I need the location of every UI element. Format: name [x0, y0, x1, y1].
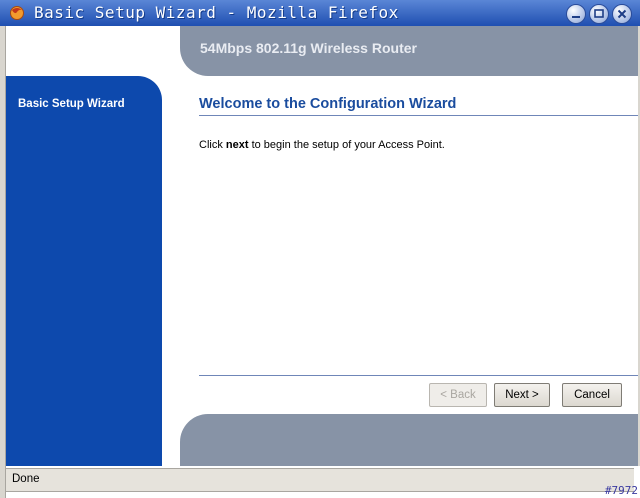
instruction-text: Click next to begin the setup of your Ac… [199, 139, 445, 151]
back-button[interactable]: < Back [429, 383, 487, 407]
minimize-icon[interactable] [566, 4, 586, 24]
heading-divider [199, 115, 638, 116]
window-titlebar[interactable]: Basic Setup Wizard - Mozilla Firefox [0, 0, 640, 27]
page-title: Welcome to the Configuration Wizard [199, 96, 457, 112]
footer-banner [180, 414, 638, 466]
maximize-icon[interactable] [589, 4, 609, 24]
close-icon[interactable] [612, 4, 632, 24]
next-button[interactable]: Next > [494, 383, 550, 407]
status-bar: Done [6, 468, 634, 492]
window-title: Basic Setup Wizard - Mozilla Firefox [34, 3, 399, 22]
instruction-suffix: to begin the setup of your Access Point. [248, 139, 445, 151]
status-text: Done [12, 473, 40, 485]
page-content: 54Mbps 802.11g Wireless Router Basic Set… [6, 26, 638, 466]
footer-divider [199, 375, 638, 376]
router-model-title: 54Mbps 802.11g Wireless Router [200, 40, 417, 56]
firefox-icon [8, 5, 26, 21]
cancel-button[interactable]: Cancel [562, 383, 622, 407]
instruction-prefix: Click [199, 139, 226, 151]
instruction-bold: next [225, 139, 249, 151]
image-watermark: #7972 [604, 484, 638, 497]
header-banner: 54Mbps 802.11g Wireless Router [180, 26, 638, 76]
sidebar-item-basic-setup-wizard[interactable]: Basic Setup Wizard [18, 98, 125, 110]
sidebar: Basic Setup Wizard [6, 76, 162, 466]
